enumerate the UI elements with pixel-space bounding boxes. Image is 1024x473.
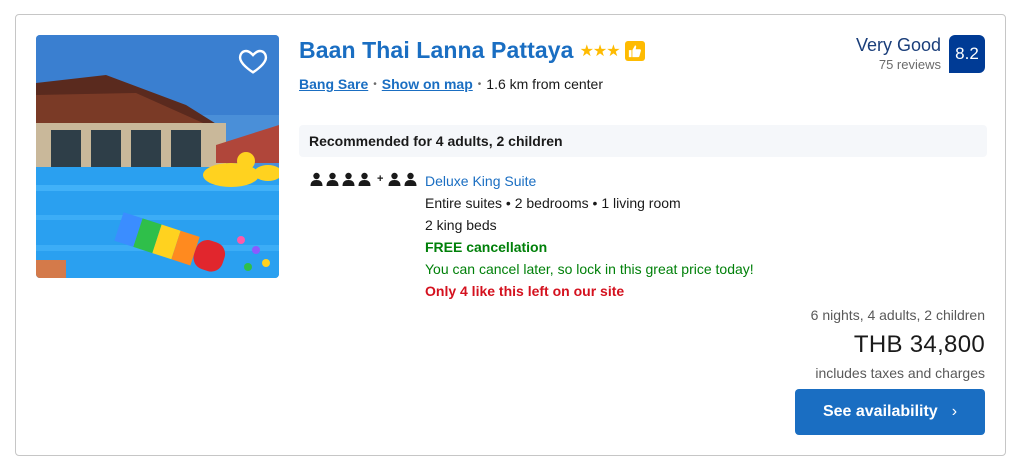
cancellation-note: You can cancel later, so lock in this gr… <box>425 261 754 277</box>
chevron-right-icon: › <box>951 403 958 420</box>
rating-word: Very Good <box>855 35 941 55</box>
hotel-photo[interactable] <box>36 35 279 278</box>
title-row: Baan Thai Lanna Pattaya ★★★ <box>299 37 645 64</box>
star-rating: ★★★ <box>579 42 621 60</box>
score-badge: 8.2 <box>949 35 985 73</box>
separator-dot: • <box>477 78 482 90</box>
person-icon <box>388 172 401 186</box>
separator-dot: • <box>373 78 377 90</box>
area-link[interactable]: Bang Sare <box>299 76 368 92</box>
room-layout: Entire suites • 2 bedrooms • 1 living ro… <box>425 195 681 211</box>
thumbs-up-icon <box>624 40 645 61</box>
rating-text: Very Good 75 reviews <box>856 35 941 72</box>
stay-summary: 6 nights, 4 adults, 2 children <box>810 307 985 323</box>
review-score[interactable]: Very Good 75 reviews 8.2 <box>856 35 985 73</box>
location-row: Bang Sare • Show on map • 1.6 km from ce… <box>299 76 603 92</box>
free-cancellation: FREE cancellation <box>425 239 548 255</box>
review-count: 75 reviews <box>878 57 941 72</box>
person-icon <box>326 172 339 186</box>
plus-sign: + <box>377 173 384 185</box>
room-details: Deluxe King Suite Entire suites • 2 bedr… <box>425 170 754 302</box>
person-icon <box>342 172 355 186</box>
see-availability-button[interactable]: See availability › <box>795 389 985 435</box>
recommendation-text: Recommended for 4 adults, 2 children <box>309 133 563 149</box>
hotel-card: Baan Thai Lanna Pattaya ★★★ Bang Sare • … <box>15 14 1006 456</box>
bed-info: 2 king beds <box>425 217 497 233</box>
price: THB 34,800 <box>853 331 985 358</box>
person-icon <box>404 172 417 186</box>
hotel-name-link[interactable]: Baan Thai Lanna Pattaya <box>299 37 574 64</box>
recommendation-banner: Recommended for 4 adults, 2 children <box>299 125 987 157</box>
taxes-note: includes taxes and charges <box>815 365 985 381</box>
room-name-link[interactable]: Deluxe King Suite <box>425 170 754 192</box>
price-block: 6 nights, 4 adults, 2 children THB 34,80… <box>811 307 985 381</box>
person-icon <box>310 172 323 186</box>
show-on-map-link[interactable]: Show on map <box>382 76 473 92</box>
cta-label: See availability <box>822 403 938 420</box>
person-icon <box>358 172 371 186</box>
distance-text: 1.6 km from center <box>486 76 603 92</box>
scarcity-note: Only 4 like this left on our site <box>425 283 625 299</box>
occupancy-icons: + <box>309 172 419 186</box>
heart-icon[interactable] <box>237 45 269 77</box>
